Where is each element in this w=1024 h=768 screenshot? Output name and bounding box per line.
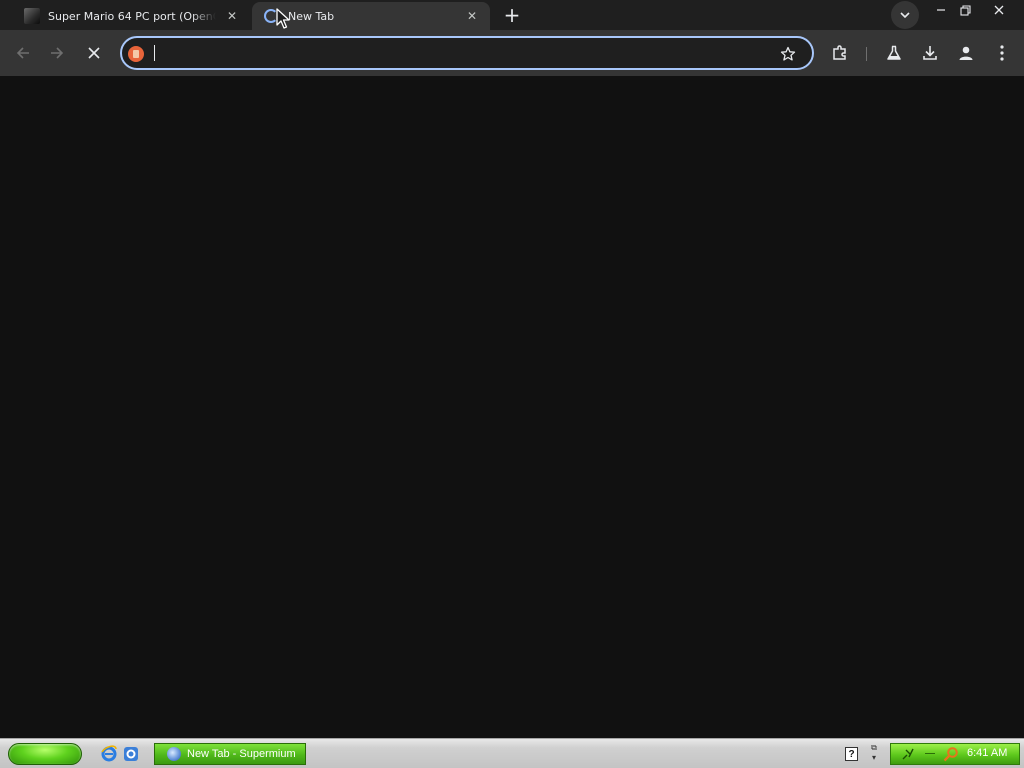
taskbar: New Tab - Supermium ? ⧉ ▾ 6:41 AM	[0, 738, 1024, 768]
minimize-icon	[937, 9, 945, 11]
browser-quicklaunch-icon[interactable]	[122, 745, 140, 763]
restore-icon	[959, 4, 971, 16]
close-icon	[994, 5, 1004, 15]
address-bar[interactable]	[120, 36, 814, 70]
sm64-favicon-icon	[24, 8, 40, 24]
bookmark-star-button[interactable]	[778, 44, 798, 64]
clock[interactable]: 6:41 AM	[967, 747, 1007, 759]
supermium-icon	[167, 747, 181, 761]
network-icon[interactable]	[901, 747, 915, 761]
avatar-icon	[959, 46, 973, 60]
chevron-down-icon	[900, 12, 910, 18]
tab-close-icon[interactable]: ✕	[224, 8, 240, 24]
tab-search-button[interactable]	[891, 1, 919, 29]
toolbar-divider	[866, 47, 867, 61]
start-button[interactable]	[8, 743, 82, 765]
profile-button[interactable]	[952, 39, 980, 67]
taskbar-button-supermium[interactable]: New Tab - Supermium	[154, 743, 306, 765]
tray-expand-icon[interactable]: ⧉ ▾	[867, 743, 881, 765]
mouse-cursor-icon	[276, 8, 290, 29]
download-icon	[923, 46, 937, 60]
system-tray: 6:41 AM	[890, 743, 1020, 765]
text-caret	[154, 45, 155, 61]
tab-title: Super Mario 64 PC port (OpenGL ES	[48, 9, 216, 23]
minimize-button[interactable]	[928, 0, 954, 20]
address-input[interactable]	[152, 45, 772, 63]
tab-title: New Tab	[288, 9, 335, 23]
flask-icon	[887, 45, 901, 60]
forward-arrow-icon	[51, 47, 64, 59]
tab-close-icon[interactable]: ✕	[464, 8, 480, 24]
site-info-icon[interactable]	[128, 46, 144, 62]
help-icon[interactable]: ?	[845, 747, 858, 761]
page-content[interactable]	[0, 76, 1024, 738]
new-tab-button[interactable]: +	[498, 2, 526, 28]
taskbar-button-label: New Tab - Supermium	[187, 748, 296, 760]
extensions-button[interactable]	[826, 39, 854, 67]
restore-button[interactable]	[952, 0, 978, 20]
close-window-button[interactable]	[986, 0, 1012, 20]
more-vertical-icon	[1000, 45, 1004, 61]
back-button[interactable]	[9, 39, 37, 67]
puzzle-icon	[833, 45, 846, 60]
star-icon	[780, 46, 796, 61]
tray-divider	[925, 753, 935, 754]
menu-button[interactable]	[988, 39, 1016, 67]
stop-loading-button[interactable]	[80, 39, 108, 67]
browser-toolbar	[0, 30, 1024, 76]
stop-icon	[88, 47, 100, 59]
back-arrow-icon	[16, 47, 29, 59]
tab-strip: Super Mario 64 PC port (OpenGL ES ✕ New …	[0, 0, 1024, 30]
internet-explorer-icon[interactable]	[100, 745, 118, 763]
forward-button[interactable]	[43, 39, 71, 67]
downloads-button[interactable]	[916, 39, 944, 67]
labs-button[interactable]	[880, 39, 908, 67]
search-icon[interactable]	[943, 746, 959, 762]
tab-super-mario[interactable]: Super Mario 64 PC port (OpenGL ES ✕	[14, 2, 250, 30]
